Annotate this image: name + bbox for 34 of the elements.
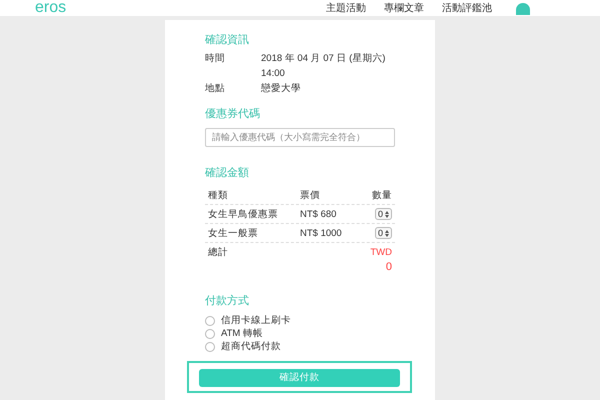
table-cell-text: NT$ 1000: [300, 228, 343, 238]
option-label: ATM 轉帳: [221, 327, 263, 340]
column-header: 票價: [300, 188, 321, 202]
section-title: 確認資訊: [205, 34, 250, 47]
currency-label: TWD: [370, 246, 392, 258]
nav-link[interactable]: 主題活動: [326, 3, 366, 15]
coupon-field[interactable]: 請輸入優惠代碼（大小寫需完全符合）: [205, 128, 395, 147]
section-title: 優惠券代碼: [205, 108, 261, 121]
nav-link[interactable]: 專欄文章: [384, 3, 424, 15]
section-title: 付款方式: [205, 295, 250, 308]
table-cell-text: 女生一般票: [208, 226, 259, 240]
total-amount: 0: [384, 261, 393, 273]
radio-button[interactable]: [205, 328, 215, 338]
total-label: 總計: [208, 246, 229, 258]
option-label: 超商代碼付款: [221, 340, 281, 353]
table-cell-text: 女生早鳥優惠票: [208, 208, 279, 220]
info-value: 戀愛大學: [261, 83, 301, 94]
quantity-select[interactable]: 0: [374, 227, 392, 239]
info-value: 14:00: [261, 68, 286, 79]
stepper-icon[interactable]: [385, 210, 389, 218]
quantity-select[interactable]: 0: [374, 208, 392, 220]
radio-button[interactable]: [205, 316, 215, 326]
option-label: 信用卡線上刷卡: [221, 314, 291, 327]
table-cell-text: NT$ 680: [300, 208, 338, 220]
stepper-icon[interactable]: [385, 230, 389, 236]
info-label: 地點: [205, 83, 226, 94]
section-title: 確認金額: [205, 167, 250, 180]
column-header: 種類: [208, 188, 229, 202]
avatar-icon[interactable]: [516, 3, 530, 15]
info-label: 時間: [205, 53, 226, 66]
info-value: 2018 年 04 月 07 日 (星期六): [261, 53, 386, 64]
column-header: 數量: [371, 188, 392, 202]
nav-link[interactable]: 活動評鑑池: [442, 3, 492, 15]
radio-button[interactable]: [205, 342, 215, 352]
